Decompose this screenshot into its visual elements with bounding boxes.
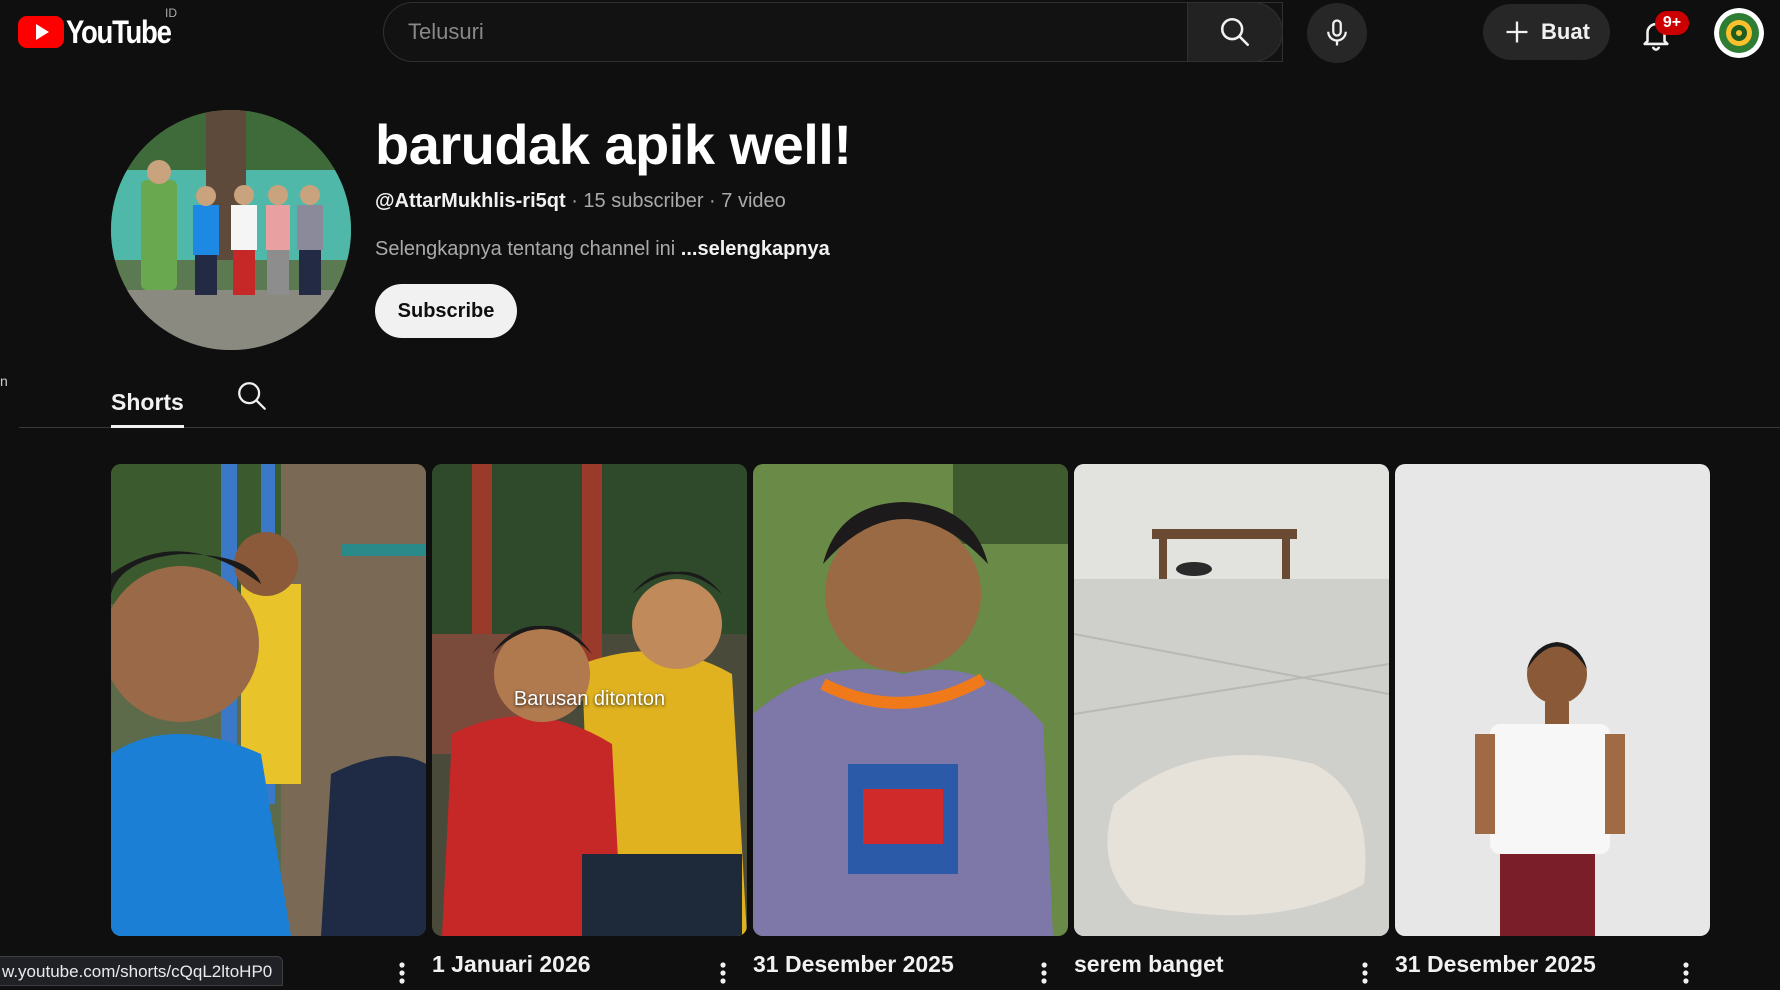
short-thumbnail-image [753,464,1068,936]
short-title[interactable]: 31 Desember 2025 [753,951,1023,978]
channel-avatar-image [111,110,351,350]
short-title[interactable]: 1 Januari 2026 [432,951,702,978]
youtube-wordmark: YouTube [66,13,172,50]
notification-badge: 9+ [1655,11,1689,35]
tab-shorts[interactable]: Shorts [111,378,184,428]
search-button[interactable] [1187,2,1283,62]
short-thumbnail[interactable] [753,464,1068,936]
more-vert-icon [1041,962,1047,984]
short-thumbnail-image [1074,464,1389,936]
short-thumbnail[interactable] [1395,464,1710,936]
short-thumbnail[interactable]: Barusan ditonton [432,464,747,936]
channel-meta: @AttarMukhlis-ri5qt · 15 subscriber · 7 … [375,190,786,213]
account-avatar[interactable] [1714,8,1764,58]
channel-about-text: Selengkapnya tentang channel ini [375,238,676,260]
search-icon [238,382,266,410]
watched-label: Barusan ditonton [513,688,666,710]
short-thumbnail[interactable] [111,464,426,936]
voice-search-button[interactable] [1307,3,1367,63]
more-vert-icon [1362,962,1368,984]
short-card: 31 Desember 2025 [1395,464,1710,984]
video-count: 7 video [721,190,786,212]
country-code: ID [165,6,177,20]
search-input[interactable] [384,3,1282,61]
meta-separator: · [571,190,578,212]
short-menu-button[interactable] [708,958,738,988]
edge-text: n [0,373,8,389]
more-vert-icon [399,962,405,984]
channel-tabs: Shorts [19,368,1780,428]
show-more-link[interactable]: ...selengkapnya [681,238,830,260]
subscriber-count: 15 subscriber [583,190,704,212]
short-card: serem banget [1074,464,1389,984]
create-label: Buat [1541,19,1590,44]
plus-icon [1506,21,1528,43]
subscribe-button[interactable]: Subscribe [375,284,517,338]
meta-separator: · [709,190,716,212]
mic-icon [1327,19,1347,46]
avatar-emblem-icon [1714,8,1764,58]
more-vert-icon [1683,962,1689,984]
status-bar-url: w.youtube.com/shorts/cQqL2ltoHP0 [0,956,284,986]
more-vert-icon [720,962,726,984]
channel-avatar [111,110,351,350]
youtube-play-icon [18,16,64,48]
search-box [383,2,1283,62]
short-title[interactable]: serem banget [1074,951,1344,978]
create-button[interactable]: Buat [1483,4,1610,60]
short-card: Barusan ditonton 1 Januari 2026 [432,464,747,984]
short-menu-button[interactable] [1029,958,1059,988]
channel-handle: @AttarMukhlis-ri5qt [375,190,566,212]
short-thumbnail-image [111,464,426,936]
channel-about-link[interactable]: Selengkapnya tentang channel ini ...sele… [375,238,830,261]
masthead: YouTube ID Buat 9+ [0,0,1780,64]
short-title[interactable]: 31 Desember 2025 [1395,951,1665,978]
short-menu-button[interactable] [1671,958,1701,988]
youtube-logo[interactable]: YouTube [18,12,188,52]
search-icon [1220,17,1250,47]
channel-name: barudak apik well! [375,113,852,176]
short-card: 31 Desember 2025 [753,464,1068,984]
short-menu-button[interactable] [1350,958,1380,988]
short-thumbnail[interactable] [1074,464,1389,936]
channel-search-button[interactable] [232,376,272,416]
short-card [111,464,426,984]
short-menu-button[interactable] [387,958,417,988]
short-thumbnail-image [1395,464,1710,936]
